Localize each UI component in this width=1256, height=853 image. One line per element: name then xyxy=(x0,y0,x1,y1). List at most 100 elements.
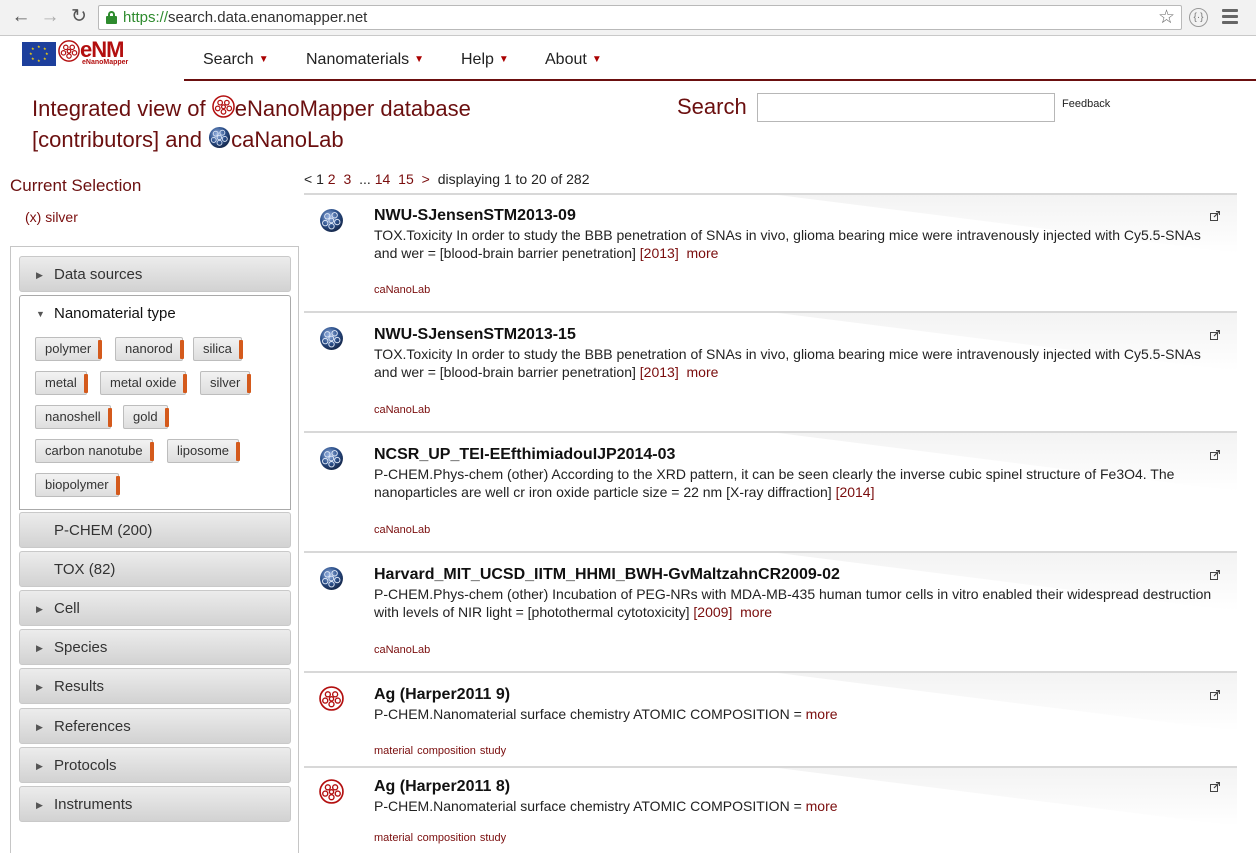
tag-link[interactable]: caNanoLab xyxy=(374,644,430,656)
facet-species[interactable]: ▶ Species xyxy=(19,629,291,665)
chip-gold[interactable]: gold xyxy=(123,405,169,429)
tag-link-material[interactable]: material xyxy=(374,832,413,844)
popout-icon[interactable] xyxy=(1210,782,1220,792)
star-icon[interactable]: ☆ xyxy=(1158,7,1175,29)
result-more-link[interactable]: more xyxy=(806,798,838,814)
pager-summary: displaying 1 to 20 of 282 xyxy=(437,171,590,187)
chip-metal[interactable]: metal xyxy=(35,371,88,395)
pager-page[interactable]: 15 xyxy=(398,171,414,187)
result-more-link[interactable]: more xyxy=(740,604,772,620)
lock-icon xyxy=(106,11,117,24)
nav-nanomaterials[interactable]: Nanomaterials ▼ xyxy=(306,51,424,69)
triangle-right-icon: ▶ xyxy=(36,270,43,280)
result-tags: caNanoLab xyxy=(374,524,434,536)
tag-link-composition[interactable]: composition xyxy=(417,745,476,757)
remove-silver-filter-link[interactable]: (x) silver xyxy=(25,209,78,225)
facet-nanomaterial-type[interactable]: ▼ Nanomaterial type xyxy=(19,295,291,333)
chip-nanorod[interactable]: nanorod xyxy=(115,337,184,361)
cananolab-ball-icon xyxy=(319,208,344,233)
facet-protocols[interactable]: ▶ Protocols xyxy=(19,747,291,783)
arrow-right-icon: → xyxy=(40,6,60,27)
tag-link[interactable]: caNanoLab xyxy=(374,524,430,536)
search-input[interactable] xyxy=(757,93,1055,122)
nanomaterial-type-chips: polymer nanorod silica metal metal oxide… xyxy=(19,332,291,510)
back-button[interactable]: ← xyxy=(10,6,32,28)
facet-pchem[interactable]: P-CHEM (200) xyxy=(19,512,291,548)
tag-link[interactable]: caNanoLab xyxy=(374,404,430,416)
result-more-link[interactable]: more xyxy=(687,245,719,261)
facet-data-sources[interactable]: ▶ Data sources xyxy=(19,256,291,292)
chip-biopolymer[interactable]: biopolymer xyxy=(35,473,120,497)
facet-cell[interactable]: ▶ Cell xyxy=(19,590,291,626)
popout-icon[interactable] xyxy=(1210,690,1220,700)
facet-tox[interactable]: TOX (82) xyxy=(19,551,291,587)
browser-toolbar: ← → ↻ https://search.data.enanomapper.ne… xyxy=(0,0,1256,36)
tag-link-composition[interactable]: composition xyxy=(417,832,476,844)
result-year-link[interactable]: [2009] xyxy=(693,604,732,620)
nav-search[interactable]: Search ▼ xyxy=(203,51,269,69)
result-description: TOX.Toxicity In order to study the BBB p… xyxy=(374,346,1201,380)
pager-page[interactable]: 2 xyxy=(328,171,336,187)
chip-polymer[interactable]: polymer xyxy=(35,337,103,361)
result-item: NCSR_UP_TEI-EEfthimiadouIJP2014-03 P-CHE… xyxy=(304,431,1237,550)
logo-subtext: eNanoMapper xyxy=(82,59,129,66)
reload-button[interactable]: ↻ xyxy=(68,6,90,28)
popout-icon[interactable] xyxy=(1210,450,1220,460)
pager-prev[interactable]: < xyxy=(304,171,312,187)
forward-button[interactable]: → xyxy=(39,6,61,28)
cananolab-link[interactable]: caNanoLab xyxy=(231,127,344,152)
result-title[interactable]: NWU-SJensenSTM2013-09 xyxy=(374,207,576,225)
pager-page[interactable]: 3 xyxy=(343,171,351,187)
pager-next[interactable]: > xyxy=(422,171,430,187)
triangle-right-icon: ▶ xyxy=(36,800,43,810)
chip-silver[interactable]: silver xyxy=(200,371,252,395)
result-title[interactable]: Harvard_MIT_UCSD_IITM_HHMI_BWH-GvMaltzah… xyxy=(374,566,840,584)
result-year-link[interactable]: [2013] xyxy=(640,245,679,261)
popout-icon[interactable] xyxy=(1210,330,1220,340)
result-item: NWU-SJensenSTM2013-15 TOX.Toxicity In or… xyxy=(304,311,1237,430)
hamburger-icon[interactable] xyxy=(1222,9,1238,27)
result-year-link[interactable]: [2013] xyxy=(640,364,679,380)
facet-instruments[interactable]: ▶ Instruments xyxy=(19,786,291,822)
enanomapper-link[interactable]: eNanoMapper xyxy=(235,96,374,121)
nav-divider xyxy=(184,79,1256,81)
url-text: https://search.data.enanomapper.net xyxy=(123,9,368,26)
chip-silica[interactable]: silica xyxy=(193,337,243,361)
tag-link-material[interactable]: material xyxy=(374,745,413,757)
nav-help[interactable]: Help ▼ xyxy=(461,51,509,69)
chip-nanoshell[interactable]: nanoshell xyxy=(35,405,112,429)
contributors-link[interactable]: [contributors] xyxy=(32,127,159,152)
pagination: < 1 2 3 ... 14 15 > displaying 1 to 20 o… xyxy=(304,171,590,187)
address-bar[interactable]: https://search.data.enanomapper.net ☆ xyxy=(98,5,1182,30)
search-label: Search xyxy=(677,94,747,119)
result-more-link[interactable]: more xyxy=(687,364,719,380)
facet-references[interactable]: ▶ References xyxy=(19,708,291,744)
chip-liposome[interactable]: liposome xyxy=(167,439,241,463)
feedback-link[interactable]: Feedback xyxy=(1062,98,1110,110)
chip-metal-oxide[interactable]: metal oxide xyxy=(100,371,188,395)
reload-icon: ↻ xyxy=(71,6,87,27)
result-tags: material composition study xyxy=(374,745,510,757)
cananolab-ball-icon xyxy=(319,446,344,471)
current-selection-title: Current Selection xyxy=(10,176,142,195)
popout-icon[interactable] xyxy=(1210,570,1220,580)
nav-about[interactable]: About ▼ xyxy=(545,51,602,69)
result-title[interactable]: Ag (Harper2011 8) xyxy=(374,778,510,796)
result-description: P-CHEM.Phys-chem (other) According to th… xyxy=(374,466,1175,500)
result-title[interactable]: NCSR_UP_TEI-EEfthimiadouIJP2014-03 xyxy=(374,446,675,464)
result-more-link[interactable]: more xyxy=(806,706,838,722)
result-title[interactable]: NWU-SJensenSTM2013-15 xyxy=(374,326,576,344)
popout-icon[interactable] xyxy=(1210,211,1220,221)
facet-results[interactable]: ▶ Results xyxy=(19,668,291,704)
result-year-link[interactable]: [2014] xyxy=(836,484,875,500)
tag-link-study[interactable]: study xyxy=(480,745,506,757)
extension-icon[interactable]: {·} xyxy=(1189,8,1208,27)
triangle-down-icon: ▼ xyxy=(36,309,45,319)
cananolab-ball-icon xyxy=(319,566,344,591)
pager-page[interactable]: 14 xyxy=(375,171,391,187)
tag-link-study[interactable]: study xyxy=(480,832,506,844)
result-item: Ag (Harper2011 8) P-CHEM.Nanomaterial su… xyxy=(304,766,1237,853)
chip-carbon-nanotube[interactable]: carbon nanotube xyxy=(35,439,154,463)
result-title[interactable]: Ag (Harper2011 9) xyxy=(374,686,510,704)
tag-link[interactable]: caNanoLab xyxy=(374,284,430,296)
